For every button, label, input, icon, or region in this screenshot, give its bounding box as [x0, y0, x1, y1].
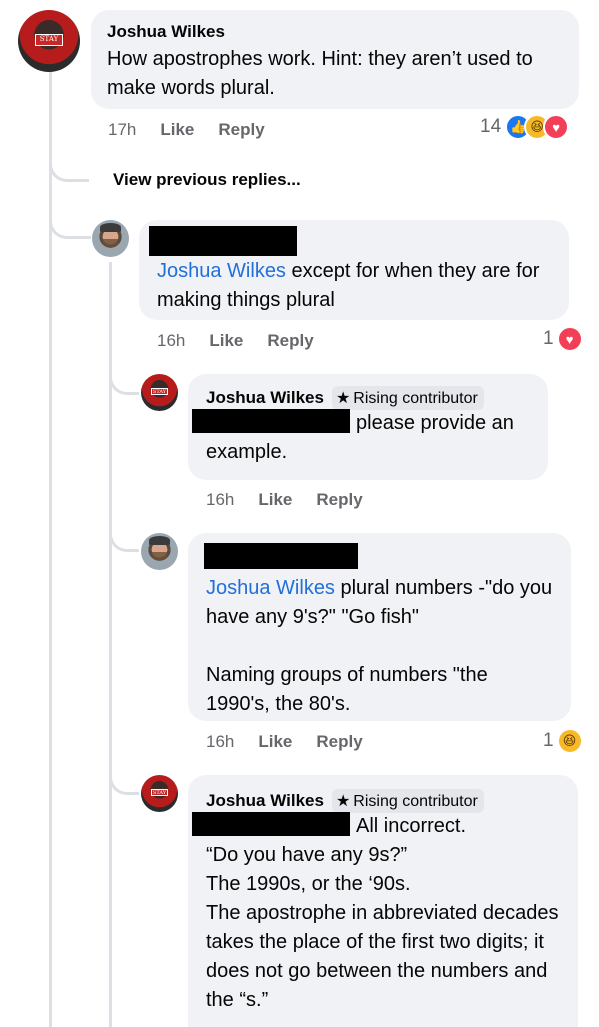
- comment-text-line: The apostrophe in abbreviated decades ta…: [206, 902, 559, 1011]
- redacted-author: [149, 226, 297, 256]
- reaction-count: 14: [480, 116, 502, 137]
- thread-connector-reply-2: [49, 205, 91, 239]
- redacted-mention: [192, 409, 350, 433]
- thread-connector-view-previous: [49, 150, 89, 182]
- mention-link[interactable]: Joshua Wilkes: [157, 260, 286, 282]
- avatar-logo: STAY: [151, 789, 168, 797]
- comment-time[interactable]: 16h: [157, 331, 185, 350]
- reply-button[interactable]: Reply: [316, 732, 362, 751]
- thread-connector-reply-5: [109, 765, 139, 795]
- avatar[interactable]: [92, 220, 129, 257]
- comment-text-paragraph: Naming groups of numbers "the 1990's, th…: [206, 664, 488, 715]
- love-reaction-icon: ♥: [543, 114, 570, 140]
- avatar[interactable]: STAY: [18, 10, 80, 72]
- comment-time[interactable]: 16h: [206, 732, 234, 751]
- comment-text: Joshua Wilkes except for when they are f…: [157, 260, 540, 311]
- rising-contributor-badge: ★ Rising contributor: [331, 789, 484, 813]
- comment-text: please provide an example.: [192, 409, 530, 467]
- thread-connector-reply-3: [109, 365, 139, 395]
- comment-bubble: Joshua Wilkes ★ Rising contributor All in…: [188, 775, 578, 1027]
- reaction-summary[interactable]: 1 ♥: [543, 326, 583, 352]
- avatar-logo: STAY: [151, 388, 168, 396]
- comment-text: How apostrophes work. Hint: they aren’t …: [107, 48, 533, 99]
- comment-text-line: The 1990s, or the ‘90s.: [206, 873, 411, 895]
- comment-actions: 17h Like Reply: [108, 120, 289, 140]
- reaction-summary[interactable]: 14 👍 😆 ♥: [480, 114, 570, 140]
- avatar-logo: STAY: [35, 33, 63, 46]
- redacted-author: [204, 543, 358, 569]
- view-previous-replies[interactable]: View previous replies...: [113, 170, 301, 190]
- star-icon: ★: [335, 390, 351, 407]
- comment-time[interactable]: 16h: [206, 490, 234, 509]
- comment-text: All incorrect.: [192, 812, 560, 841]
- mention-link[interactable]: Joshua Wilkes: [206, 577, 335, 599]
- comment-author[interactable]: Joshua Wilkes: [206, 388, 324, 408]
- comment-actions: 16h Like Reply: [206, 490, 387, 510]
- redacted-mention: [192, 812, 350, 836]
- comment-time[interactable]: 17h: [108, 120, 136, 139]
- reaction-summary[interactable]: 1 😆: [543, 728, 583, 754]
- comment-actions: 16h Like Reply: [206, 732, 387, 752]
- like-button[interactable]: Like: [209, 331, 243, 350]
- comment-bubble: Joshua Wilkes How apostrophes work. Hint…: [91, 10, 579, 109]
- star-icon: ★: [335, 793, 351, 810]
- reply-button[interactable]: Reply: [267, 331, 313, 350]
- haha-reaction-icon: 😆: [556, 728, 583, 754]
- reaction-count: 1: [543, 328, 554, 349]
- reply-button[interactable]: Reply: [218, 120, 264, 139]
- rising-contributor-badge: ★ Rising contributor: [331, 386, 484, 410]
- comment-author[interactable]: Joshua Wilkes: [107, 22, 563, 42]
- comment-bubble: Joshua Wilkes except for when they are f…: [139, 220, 569, 320]
- avatar[interactable]: STAY: [141, 775, 178, 812]
- avatar[interactable]: [141, 533, 178, 570]
- comment-text-line: “Do you have any 9s?”: [206, 844, 408, 866]
- thread-connector-reply-4: [109, 520, 139, 552]
- like-button[interactable]: Like: [258, 490, 292, 509]
- like-button[interactable]: Like: [160, 120, 194, 139]
- comment-text: Joshua Wilkes plural numbers -"do you ha…: [206, 577, 553, 628]
- avatar[interactable]: STAY: [141, 374, 178, 411]
- reaction-count: 1: [543, 730, 554, 751]
- comment-author[interactable]: Joshua Wilkes: [206, 791, 324, 811]
- comment-bubble: Joshua Wilkes plural numbers -"do you ha…: [188, 533, 571, 721]
- love-reaction-icon: ♥: [556, 326, 583, 352]
- reply-button[interactable]: Reply: [316, 490, 362, 509]
- comment-bubble: Joshua Wilkes ★ Rising contributor please…: [188, 374, 548, 480]
- like-button[interactable]: Like: [258, 732, 292, 751]
- comment-actions: 16h Like Reply: [157, 331, 338, 351]
